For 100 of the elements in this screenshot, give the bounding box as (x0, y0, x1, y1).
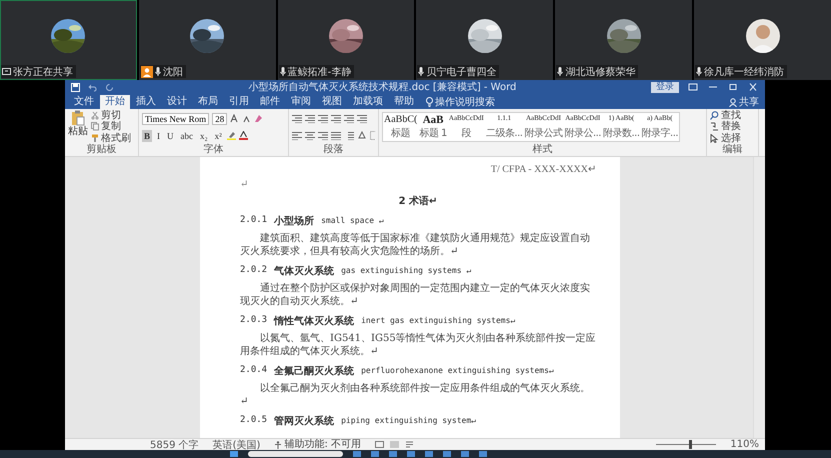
shrink-font-icon[interactable] (242, 114, 252, 123)
format-button[interactable]: I (155, 130, 162, 142)
ribbon-tab[interactable]: 审阅 (286, 95, 316, 109)
paragraph-mark: ↵ (240, 179, 250, 190)
scissors-icon (91, 111, 99, 120)
format-painter-button[interactable]: 格式刷 (91, 132, 131, 144)
align-left-icon[interactable] (292, 131, 302, 140)
indent-icon[interactable] (344, 114, 354, 123)
definition-text: 以全氟己酮为灭火剂由各种系统部件按一定应用条件组成的气体灭火系统。↵ (240, 382, 591, 408)
shading-icon[interactable] (357, 131, 367, 140)
participant-name: 徐凡库一经纬消防 (704, 66, 784, 78)
format-button[interactable]: U (165, 130, 176, 142)
cut-button[interactable]: 剪切 (91, 110, 131, 122)
participant-name: 蓝鲸拓准-李静 (288, 66, 352, 78)
restore-icon[interactable] (727, 82, 739, 92)
format-button[interactable]: B (142, 130, 152, 142)
accessibility-icon (274, 440, 282, 448)
language-status[interactable]: 英语(美国) (212, 438, 260, 452)
microphone-icon (418, 67, 424, 76)
bullets-icon[interactable] (292, 114, 302, 123)
accessibility-status[interactable]: 辅助功能: 不可用 (274, 439, 362, 450)
ribbon-tab[interactable]: 视图 (317, 95, 347, 109)
english-term: piping extinguishing system↵ (341, 415, 476, 427)
align-center-icon[interactable] (305, 131, 315, 140)
sign-in-button[interactable]: 登录 (651, 82, 679, 92)
highlight-icon[interactable] (226, 131, 236, 140)
definition-text: 通过在整个防护区或保护对象周围的一定范围内建立一定的气体灭火浓度实现灭火的自动灭火系统。↵ (240, 282, 591, 308)
ribbon-tab[interactable]: 开始 (100, 95, 130, 109)
microphone-icon (154, 67, 161, 76)
ribbon-tab[interactable]: 加载项 (348, 95, 388, 109)
web-layout-icon[interactable] (405, 441, 414, 448)
ribbon-display-icon[interactable] (687, 82, 699, 92)
ribbon-tab[interactable]: 布局 (193, 95, 223, 109)
english-term: small space ↵ (321, 215, 384, 227)
tell-me-search[interactable]: 操作说明搜索 (426, 95, 495, 109)
format-button[interactable]: x₂ (198, 130, 210, 142)
ribbon-tab[interactable]: 帮助 (389, 95, 419, 109)
undo-icon[interactable] (88, 82, 97, 92)
ribbon-tab[interactable]: 设计 (162, 95, 192, 109)
multilevel-list-icon[interactable] (318, 114, 328, 123)
ribbon-tab[interactable]: 插入 (131, 95, 161, 109)
word-count: 5859 个字 (150, 438, 199, 452)
font-color-icon[interactable] (238, 131, 248, 140)
group-label: 字体 (202, 144, 224, 156)
clear-format-icon[interactable] (254, 114, 264, 123)
window-title: 小型场所自动气体灭火系统技术规程.doc [兼容模式] - Word (248, 80, 518, 94)
slider-thumb[interactable] (689, 440, 692, 449)
scrollbar[interactable] (753, 157, 765, 438)
section-number: 2.0.2 (240, 264, 268, 277)
english-term: inert gas extinguishing systems↵ (361, 315, 516, 327)
indent-icon[interactable] (331, 114, 341, 123)
section-title: 小型场所 (274, 214, 314, 228)
paintbrush-icon (91, 134, 99, 143)
search-icon (710, 111, 719, 120)
redo-icon[interactable] (105, 82, 114, 92)
ribbon-tab[interactable]: 邮件 (255, 95, 285, 109)
section-title: 管网灭火系统 (274, 414, 334, 428)
paste-button[interactable]: 粘贴 (68, 110, 88, 144)
save-icon[interactable] (71, 82, 80, 92)
zoom-level: 110% (730, 439, 759, 450)
page-header: T/ CFPA - XXX-XXXX↵ (490, 163, 596, 175)
definition-text: 以氮气、氩气、IG541、IG55等惰性气体为灭火剂由各种系统部件按一定应用条件组成的气体灭火系统。↵ (240, 332, 596, 358)
share-button[interactable]: 共享 (729, 95, 759, 109)
copy-icon (91, 122, 99, 132)
ribbon-tab[interactable]: 引用 (224, 95, 254, 109)
lightbulb-icon (426, 97, 433, 107)
participant-name: 张方正在共享 (13, 66, 73, 78)
section-title: 全氟己酮灭火系统 (274, 364, 354, 378)
sort-icon[interactable] (357, 114, 367, 123)
replace-icon (710, 122, 719, 132)
justify-icon[interactable] (331, 131, 341, 140)
numbering-icon[interactable] (305, 114, 315, 123)
participant-name: 贝宁电子曹四全 (426, 66, 496, 78)
align-right-icon[interactable] (318, 131, 328, 140)
format-button[interactable]: abc (178, 130, 196, 142)
microphone-icon (280, 67, 286, 76)
cursor-icon (710, 134, 719, 143)
style-item[interactable]: AaBbC( 标题 (383, 113, 418, 141)
ribbon-tab[interactable]: 文件 (69, 95, 99, 109)
participant-name: 湖北迅修蔡荣华 (565, 66, 636, 78)
read-mode-icon[interactable] (375, 441, 384, 448)
replace-button[interactable]: 替换 (710, 121, 741, 132)
style-item[interactable]: AaB 标题 1 (418, 113, 448, 141)
person-icon (729, 98, 737, 106)
section-title: 气体灭火系统 (274, 264, 334, 278)
find-button[interactable]: 查找 (710, 110, 741, 122)
format-button[interactable]: x² (212, 130, 224, 142)
definition-text: 建筑面积、建筑高度等低于国家标准《建筑防火通用规范》规定应设置自动灭火系统要求，但具有较高火灾危险性的场所。↵ (240, 232, 591, 258)
group-label: 段落 (322, 144, 344, 156)
close-icon[interactable] (747, 82, 759, 92)
section-number: 2.0.5 (240, 414, 268, 427)
avatar (746, 19, 780, 53)
grow-font-icon[interactable] (230, 114, 240, 123)
copy-button[interactable]: 复制 (91, 121, 131, 132)
group-label: 编辑 (722, 144, 744, 156)
select-button[interactable]: 选择 (710, 132, 741, 144)
font-name-field[interactable]: Times New Rom (142, 112, 210, 124)
font-size-field[interactable]: 28 (212, 112, 228, 124)
group-label: 样式 (532, 144, 554, 156)
chapter-heading: 2 术语↵ (398, 194, 438, 208)
